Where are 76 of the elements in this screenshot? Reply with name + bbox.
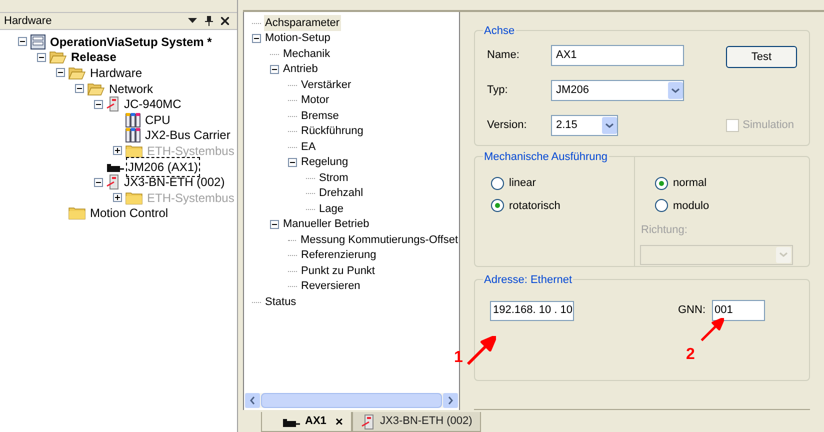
scroll-left-icon[interactable]	[245, 393, 260, 408]
gnn-field[interactable]: 001	[712, 300, 764, 321]
tree-item[interactable]: Manueller Betrieb	[282, 216, 370, 232]
tree-item[interactable]: CPU	[144, 110, 172, 129]
tree-item[interactable]: Regelung	[300, 154, 350, 170]
tree-item[interactable]: Reversieren	[300, 278, 362, 294]
collapse-icon[interactable]	[288, 158, 297, 167]
document-tab[interactable]: JX3-BN-ETH (002)	[352, 412, 482, 432]
arrow	[466, 336, 496, 366]
group-title: Mechanische Ausführung	[483, 149, 609, 166]
dropdown-value: JM206	[556, 83, 590, 98]
radio-label: modulo	[673, 198, 710, 214]
document-tab[interactable]: AX1 ×	[261, 412, 352, 432]
radio-label: rotatorisch	[509, 198, 560, 214]
tree-item[interactable]: Messung Kommutierungs-Offset	[299, 232, 459, 248]
ip-address-field[interactable]: 192.168. 10 . 10	[490, 300, 574, 320]
dropdown-icon[interactable]	[188, 18, 197, 24]
radio-button[interactable]	[491, 199, 504, 212]
horizontal-scrollbar[interactable]	[245, 393, 458, 408]
tree-item[interactable]: Drehzahl	[318, 185, 364, 202]
close-tab-button[interactable]: ×	[335, 412, 343, 432]
radio-label: linear	[509, 176, 536, 191]
annotation-number: 1	[454, 348, 463, 368]
field-label: Name:	[487, 48, 520, 64]
tree-item[interactable]: JX3-BN-ETH (002)	[123, 173, 226, 192]
tree-item[interactable]: Status	[264, 294, 298, 310]
field-label: Richtung:	[641, 223, 688, 238]
close-icon[interactable]	[221, 17, 229, 25]
tree-item[interactable]: JM206 (AX1)	[127, 158, 200, 176]
tree-item[interactable]: Release	[70, 48, 118, 66]
tree-item[interactable]: Motor	[300, 92, 330, 108]
tree-item[interactable]: Strom	[318, 170, 350, 186]
radio-button[interactable]	[491, 176, 504, 190]
tree-item[interactable]: Lage	[318, 200, 344, 217]
field-label: GNN:	[678, 303, 706, 318]
tree-item[interactable]: JX2-Bus Carrier	[144, 126, 232, 144]
version-dropdown[interactable]: 2.15	[551, 115, 618, 136]
tree-item[interactable]: Referenzierung	[300, 247, 378, 264]
collapse-icon[interactable]	[94, 100, 103, 109]
radio-button[interactable]	[655, 199, 668, 212]
field-label: Typ:	[487, 83, 509, 98]
tree-item[interactable]: Rückführung	[300, 123, 364, 140]
collapse-icon[interactable]	[270, 64, 279, 74]
pin-icon[interactable]	[205, 16, 213, 26]
tree-item[interactable]: Mechanik	[282, 46, 332, 62]
collapse-icon[interactable]	[252, 34, 261, 43]
tree-item[interactable]: Antrieb	[282, 61, 319, 78]
tree-item[interactable]: Network	[108, 80, 154, 98]
type-dropdown[interactable]: JM206	[551, 80, 684, 101]
tree-item[interactable]: JC-940MC	[123, 95, 182, 114]
tree-item[interactable]: OperationViaSetup System *	[49, 32, 213, 51]
checkbox-label: Simulation	[742, 118, 794, 134]
tree-item[interactable]: Motion Control	[89, 204, 170, 222]
collapse-icon[interactable]	[18, 37, 27, 46]
annotation-number: 2	[686, 345, 695, 365]
tree-item[interactable]: Achsparameter	[264, 14, 341, 31]
tree-item[interactable]: Motion-Setup	[264, 30, 332, 46]
collapse-icon[interactable]	[270, 220, 279, 229]
tree-item[interactable]: Bremse	[300, 108, 340, 124]
tree-item[interactable]: Verstärker	[300, 76, 352, 93]
radio-label: normal	[673, 176, 707, 191]
tree-item[interactable]: Hardware	[89, 64, 144, 82]
collapse-icon[interactable]	[75, 84, 84, 94]
dropdown-value: 2.15	[556, 118, 578, 134]
collapse-icon[interactable]	[56, 68, 65, 78]
arrow	[700, 318, 724, 342]
field-label: Version:	[487, 118, 528, 134]
panel-title: Hardware	[4, 14, 52, 29]
collapse-icon[interactable]	[94, 178, 103, 187]
radio-button[interactable]	[655, 176, 668, 190]
collapse-icon[interactable]	[37, 52, 46, 62]
scroll-right-icon[interactable]	[443, 393, 458, 408]
tree-item[interactable]: Punkt zu Punkt	[300, 262, 376, 279]
name-field[interactable]: AX1	[551, 45, 684, 66]
tree-item[interactable]: EA	[300, 138, 317, 155]
test-button[interactable]: Test	[726, 46, 797, 68]
